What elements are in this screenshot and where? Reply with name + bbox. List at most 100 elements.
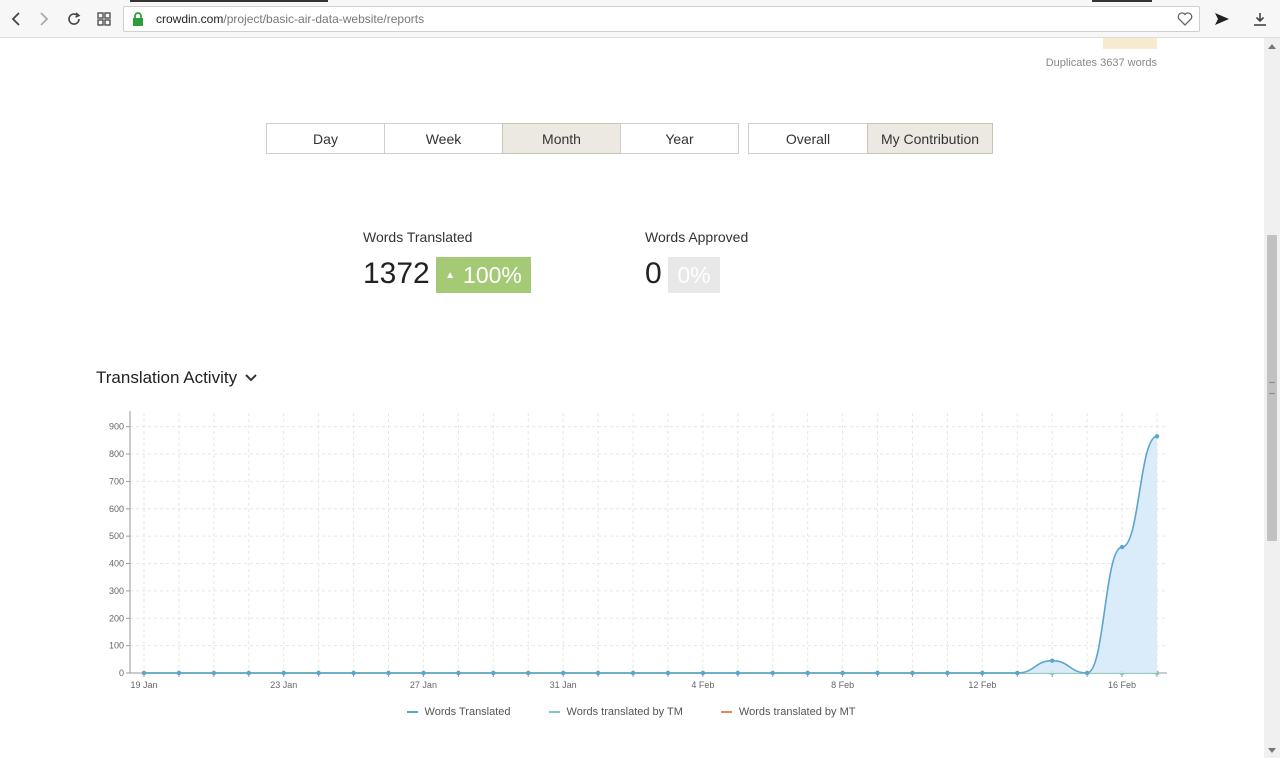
data-point [630,670,636,676]
words-approved-label: Words Approved [645,229,749,245]
data-point [421,670,426,676]
data-point [1050,658,1055,663]
tab-day[interactable]: Day [266,123,385,154]
data-point [595,670,601,676]
chart-legend: Words Translated Words translated by TM … [0,706,1262,718]
url-path: /project/basic-air-data-website/reports [223,12,425,26]
section-title: Translation Activity [96,368,238,387]
heart-icon[interactable] [1177,11,1193,32]
data-point [665,670,671,676]
words-translated-value: 1372 [363,257,430,290]
y-tick-label: 200 [109,613,124,623]
data-point [700,670,706,676]
data-point [1015,670,1020,676]
active-tab-indicator [130,0,328,2]
words-approved-change-badge: 0% [668,257,720,293]
y-tick-label: 800 [109,449,124,459]
translation-activity-dropdown[interactable]: Translation Activity [96,368,257,388]
scope-tabs: Overall My Contribution [748,123,993,154]
back-icon[interactable] [6,9,26,29]
words-translated-label: Words Translated [363,229,473,245]
legend-swatch [406,711,418,713]
y-tick-label: 300 [109,586,124,596]
data-point [176,670,182,676]
data-point [770,670,775,676]
series-area-words-translated [144,436,1157,673]
data-point [526,670,531,676]
reload-icon[interactable] [64,9,84,29]
duplicates-text: Duplicates 3637 words [1045,57,1157,69]
x-tick-label: 27 Jan [410,680,437,690]
legend-label: Words translated by TM [566,706,683,718]
data-point [560,670,566,676]
y-tick-label: 900 [109,422,124,432]
browser-toolbar: crowdin.com/project/basic-air-data-websi… [0,0,1280,38]
x-tick-label: 8 Feb [831,680,854,690]
data-point [456,670,461,676]
tab-week[interactable]: Week [384,123,503,154]
data-point [875,670,880,676]
y-tick-label: 700 [109,476,124,486]
x-tick-label: 12 Feb [968,680,996,690]
download-icon[interactable] [1250,9,1270,29]
legend-swatch [548,711,560,713]
data-point [805,670,810,676]
tab-my-contribution[interactable]: My Contribution [867,123,993,154]
data-point [316,670,321,676]
tab-month[interactable]: Month [502,123,621,154]
url-host: crowdin.com [156,12,224,26]
legend-item-words-translated-by-mt[interactable]: Words translated by MT [720,706,855,718]
legend-item-words-translated[interactable]: Words Translated [406,706,511,718]
chevron-down-icon [245,374,257,382]
address-bar[interactable]: crowdin.com/project/basic-air-data-websi… [123,6,1200,32]
words-approved-value: 0 [645,257,662,290]
series-line-words-translated [144,435,1158,674]
data-point [386,670,391,676]
x-tick-label: 16 Feb [1108,680,1136,690]
data-point [910,670,915,676]
page-scrollbar[interactable] [1264,38,1280,758]
words-translated-change-badge: ▲ 100% [436,257,531,293]
forward-icon[interactable] [34,9,54,29]
data-point [141,670,147,676]
data-point [211,670,217,676]
data-point [246,670,251,676]
data-point [1119,544,1125,550]
legend-swatch [720,711,732,713]
data-point [945,670,950,676]
y-tick-label: 500 [109,531,124,541]
tab-overall[interactable]: Overall [748,123,868,154]
x-tick-label: 4 Feb [691,680,714,690]
y-tick-label: 600 [109,504,124,514]
data-point [491,670,496,676]
data-point [1154,434,1160,439]
url-text: crowdin.com/project/basic-air-data-websi… [156,12,424,26]
data-point [1084,670,1090,676]
scroll-down-icon[interactable] [1264,742,1280,758]
data-point [351,670,356,676]
flag-icon[interactable] [1212,9,1232,29]
tab-year[interactable]: Year [620,123,739,154]
legend-label: Words Translated [424,706,511,718]
y-tick-label: 0 [119,668,124,678]
translation-activity-chart: 0 100 200 300 400 500 600 700 800 900 19 Jan 23 Jan… [109,411,1167,690]
period-tabs: Day Week Month Year [266,123,739,154]
data-point [281,670,286,676]
arrow-up-icon: ▲ [445,269,456,281]
data-point [735,670,741,676]
duplicates-bar [1103,38,1157,49]
y-tick-label: 100 [109,641,124,651]
scroll-up-icon[interactable] [1264,38,1280,54]
lock-icon [132,12,144,31]
data-point [980,670,985,676]
words-translated-change: 100% [463,261,522,288]
x-tick-label: 31 Jan [550,680,577,690]
words-approved-change: 0% [677,261,711,288]
x-tick-label: 23 Jan [270,680,297,690]
data-point [840,670,845,676]
legend-item-words-translated-by-tm[interactable]: Words translated by TM [548,706,683,718]
tabs-grid-icon[interactable] [94,9,114,29]
x-tick-label: 19 Jan [130,680,157,690]
y-tick-label: 400 [109,559,124,569]
tab-indicator [1092,0,1152,2]
